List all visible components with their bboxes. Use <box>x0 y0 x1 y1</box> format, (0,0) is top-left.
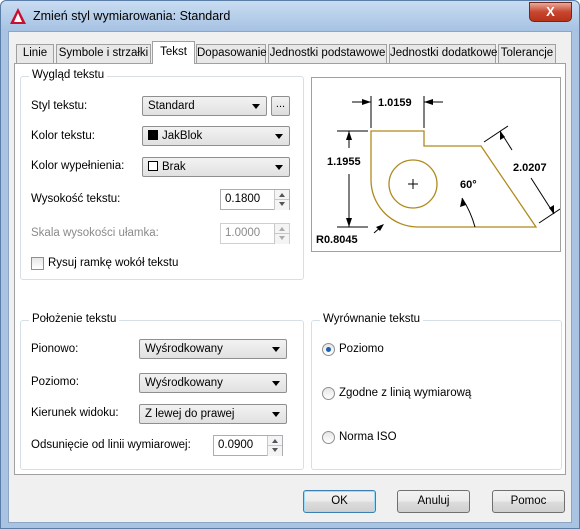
preview-dim-radius: R0.8045 <box>316 234 358 246</box>
text-color-value: JakBlok <box>162 130 203 142</box>
title-bar[interactable]: Zmień styl wymiarowania: Standard X <box>1 1 579 31</box>
preview-dim-right: 2.0207 <box>513 162 547 174</box>
text-alignment-title: Wyrównanie tekstu <box>320 313 424 325</box>
help-button[interactable]: Pomoc <box>492 490 565 513</box>
spin-up-icon[interactable] <box>274 224 289 234</box>
horizontal-value: Wyśrodkowany <box>145 377 223 389</box>
text-placement-group: Położenie tekstu Pionowo: Wyśrodkowany P… <box>20 313 304 470</box>
vertical-select[interactable]: Wyśrodkowany <box>139 339 287 359</box>
preview-dim-left: 1.1955 <box>327 156 361 168</box>
text-style-browse-button[interactable]: ... <box>271 96 290 116</box>
ok-button[interactable]: OK <box>303 490 376 513</box>
tab-primary-units[interactable]: Jednostki podstawowe <box>268 44 387 63</box>
text-appearance-title: Wygląd tekstu <box>29 69 108 81</box>
text-placement-title: Położenie tekstu <box>29 313 120 325</box>
fill-color-label: Kolor wypełnienia: <box>31 160 125 172</box>
text-style-label: Styl tekstu: <box>31 100 88 112</box>
spin-down-icon[interactable] <box>274 234 289 244</box>
radio-horizontal-label: Poziomo <box>339 343 384 355</box>
dimension-preview: 1.0159 1.1955 2.0207 60° R0.8045 <box>311 77 561 252</box>
fill-color-select[interactable]: Brak <box>142 157 290 177</box>
close-icon: X <box>546 4 555 19</box>
preview-dim-top: 1.0159 <box>378 97 412 109</box>
vertical-value: Wyśrodkowany <box>145 343 223 355</box>
close-button[interactable]: X <box>529 2 572 22</box>
offset-value: 0.0900 <box>218 439 254 451</box>
text-color-label: Kolor tekstu: <box>31 130 95 142</box>
chevron-down-icon <box>275 134 283 139</box>
text-appearance-group: Wygląd tekstu Styl tekstu: Standard ... … <box>20 69 304 280</box>
spin-down-icon[interactable] <box>274 200 289 210</box>
text-color-select[interactable]: JakBlok <box>142 126 290 146</box>
dialog-window: Zmień styl wymiarowania: Standard X Lini… <box>0 0 580 529</box>
view-direction-value: Z lewej do prawej <box>145 408 235 420</box>
window-title: Zmień styl wymiarowania: Standard <box>33 9 231 23</box>
radio-horizontal[interactable] <box>322 343 335 356</box>
radio-aligned-dimension-label: Zgodne z linią wymiarową <box>339 387 472 399</box>
horizontal-select[interactable]: Wyśrodkowany <box>139 373 287 393</box>
color-swatch-black <box>148 130 158 140</box>
offset-label: Odsunięcie od linii wymiarowej: <box>31 439 191 451</box>
spin-down-icon[interactable] <box>267 446 282 456</box>
text-height-value: 0.1800 <box>225 193 261 205</box>
chevron-down-icon <box>272 412 280 417</box>
fraction-scale-label: Skala wysokości ułamka: <box>31 227 159 239</box>
view-direction-select[interactable]: Z lewej do prawej <box>139 404 287 424</box>
spin-up-icon[interactable] <box>274 190 289 200</box>
horizontal-label: Poziomo: <box>31 376 79 388</box>
text-style-value: Standard <box>148 100 195 112</box>
spin-up-icon[interactable] <box>267 436 282 446</box>
chevron-down-icon <box>272 381 280 386</box>
tab-panel-text: Wygląd tekstu Styl tekstu: Standard ... … <box>14 63 566 475</box>
tab-alternate-units[interactable]: Jednostki dodatkowe <box>389 44 497 63</box>
fraction-scale-input[interactable]: 1.0000 <box>220 223 290 244</box>
chevron-down-icon <box>275 165 283 170</box>
autocad-app-icon <box>10 8 26 24</box>
view-direction-label: Kierunek widoku: <box>31 407 119 419</box>
offset-input[interactable]: 0.0900 <box>213 435 283 456</box>
dialog-client: Linie Symbole i strzałki Tekst Dopasowan… <box>8 31 572 523</box>
preview-dim-angle: 60° <box>460 179 477 191</box>
chevron-down-icon <box>252 104 260 109</box>
radio-iso-standard-label: Norma ISO <box>339 431 397 443</box>
cancel-button[interactable]: Anuluj <box>397 490 470 513</box>
color-swatch-white <box>148 161 158 171</box>
chevron-down-icon <box>272 347 280 352</box>
preview-drawing: 1.0159 1.1955 2.0207 60° R0.8045 <box>316 96 561 246</box>
text-style-select[interactable]: Standard <box>142 96 267 116</box>
text-height-label: Wysokość tekstu: <box>31 193 121 205</box>
fraction-scale-value: 1.0000 <box>225 227 261 239</box>
tab-fit[interactable]: Dopasowanie <box>196 44 267 63</box>
draw-frame-label: Rysuj ramkę wokół tekstu <box>48 257 179 269</box>
vertical-label: Pionowo: <box>31 343 79 355</box>
text-alignment-group: Wyrównanie tekstu Poziomo Zgodne z linią… <box>311 313 562 470</box>
text-height-input[interactable]: 0.1800 <box>220 189 290 210</box>
tab-tolerances[interactable]: Tolerancje <box>498 44 556 63</box>
fill-color-value: Brak <box>162 161 186 173</box>
tab-text[interactable]: Tekst <box>152 41 195 64</box>
part-outline <box>370 130 538 228</box>
radio-aligned-dimension[interactable] <box>322 387 335 400</box>
draw-frame-checkbox[interactable] <box>31 257 44 270</box>
tab-lines[interactable]: Linie <box>16 44 54 63</box>
radio-iso-standard[interactable] <box>322 431 335 444</box>
tab-symbols-arrows[interactable]: Symbole i strzałki <box>56 44 151 63</box>
